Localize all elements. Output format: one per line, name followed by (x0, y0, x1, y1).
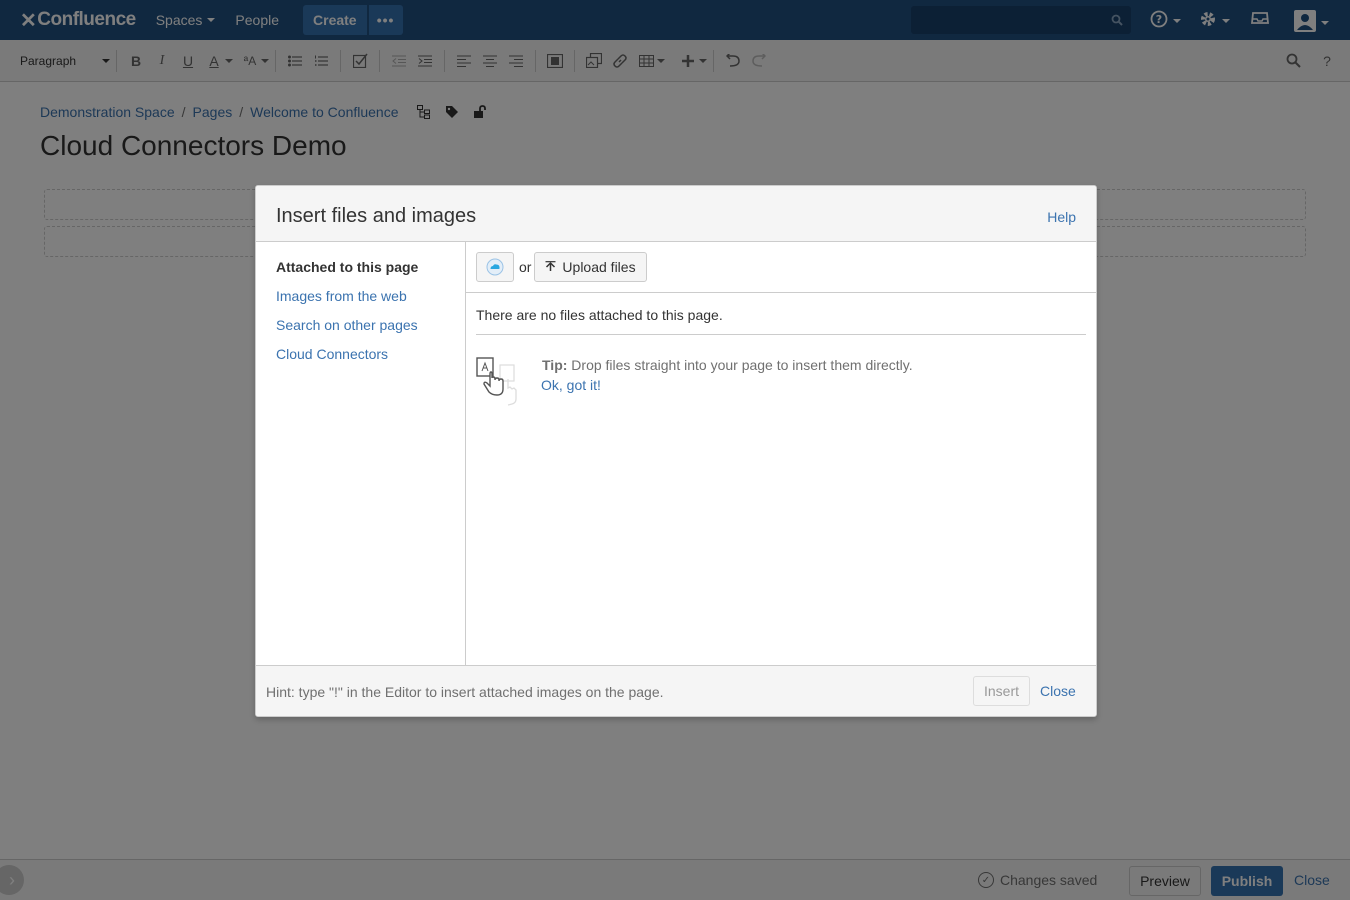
tip-body: Drop files straight into your page to in… (567, 357, 913, 373)
nav-attached-to-page[interactable]: Attached to this page (276, 259, 418, 275)
cloud-connector-button[interactable] (476, 252, 514, 282)
insert-files-dialog: Insert files and images Help Attached to… (255, 185, 1097, 717)
dialog-help-link[interactable]: Help (1047, 209, 1076, 225)
nav-search-other-pages[interactable]: Search on other pages (276, 317, 418, 333)
dialog-header: Insert files and images Help (256, 186, 1096, 242)
nav-images-from-web[interactable]: Images from the web (276, 288, 407, 304)
tip-message: Tip: Drop files straight into your page … (542, 357, 913, 373)
or-label: or (519, 259, 532, 275)
attachment-toolbar: or Upload files (466, 242, 1096, 293)
upload-files-button[interactable]: Upload files (534, 252, 647, 282)
drag-drop-hand-icon (476, 355, 528, 410)
dialog-main-panel: or Upload files There are no files attac… (466, 242, 1096, 665)
empty-attachments-message: There are no files attached to this page… (476, 307, 723, 323)
dialog-footer: Hint: type "!" in the Editor to insert a… (256, 665, 1096, 716)
dialog-close-link[interactable]: Close (1040, 683, 1076, 699)
editor-hint-text: Hint: type "!" in the Editor to insert a… (266, 684, 664, 700)
dialog-sidebar: Attached to this page Images from the we… (256, 242, 466, 665)
dialog-title: Insert files and images (276, 205, 477, 227)
divider (476, 334, 1086, 335)
upload-icon (545, 261, 556, 273)
insert-button[interactable]: Insert (973, 676, 1030, 706)
upload-files-label: Upload files (562, 259, 636, 275)
nav-cloud-connectors[interactable]: Cloud Connectors (276, 346, 388, 362)
cloud-icon (486, 258, 504, 276)
tip-label: Tip: (542, 357, 568, 373)
dismiss-tip-link[interactable]: Ok, got it! (541, 377, 601, 393)
